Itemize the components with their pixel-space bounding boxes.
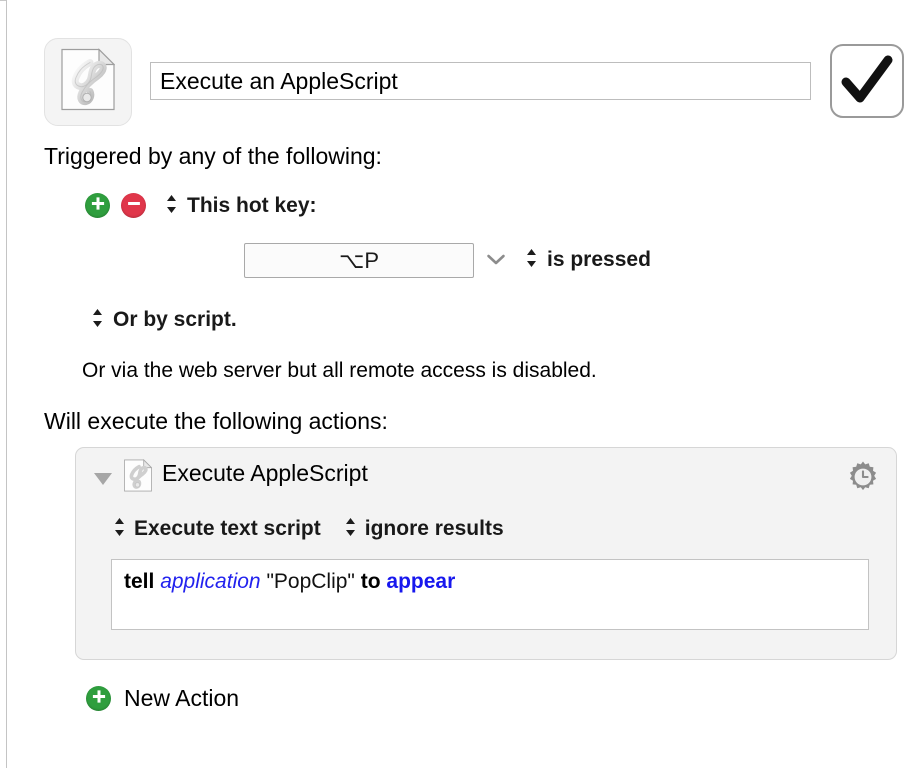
script-source-label: Execute text script — [134, 517, 321, 540]
or-by-script-label: Or by script. — [113, 308, 237, 331]
script-token-string: "PopClip" — [266, 570, 355, 593]
hot-key-label: This hot key: — [187, 193, 317, 217]
split-divider-cap — [0, 0, 6, 1]
add-trigger-button[interactable] — [85, 193, 110, 218]
checkmark-icon — [832, 46, 902, 116]
script-token-keyword: to — [360, 570, 381, 593]
action-options-row: Execute text script ignore results — [112, 517, 504, 541]
triggers-heading: Triggered by any of the following: — [44, 143, 382, 169]
macro-enabled-checkbox[interactable] — [830, 44, 904, 118]
macro-header — [44, 36, 904, 128]
macro-title-input[interactable] — [150, 62, 811, 100]
web-server-note: Or via the web server but all remote acc… — [82, 359, 597, 382]
trigger-row-script: Or by script. — [90, 308, 237, 332]
minus-icon — [125, 195, 142, 217]
script-token-command: appear — [386, 570, 456, 593]
applescript-document-icon — [124, 458, 153, 497]
script-token-class: application — [160, 570, 261, 593]
trigger-row-hotkey: This hot key: — [85, 193, 317, 218]
script-results-popup[interactable] — [343, 515, 358, 539]
script-trigger-popup[interactable] — [90, 306, 105, 330]
split-divider[interactable] — [6, 0, 7, 768]
plus-icon — [89, 195, 106, 217]
actions-heading: Will execute the following actions: — [44, 408, 388, 434]
script-results-label: ignore results — [364, 517, 504, 540]
disclosure-triangle-icon[interactable] — [91, 468, 115, 493]
hot-key-state-label: is pressed — [547, 248, 651, 271]
add-action-button[interactable] — [86, 686, 111, 711]
action-title: Execute AppleScript — [162, 460, 368, 486]
trigger-type-popup[interactable] — [164, 192, 179, 216]
hot-key-state-row: is pressed — [524, 248, 651, 272]
hot-key-state-popup[interactable] — [524, 246, 539, 270]
gear-clock-icon[interactable] — [846, 460, 880, 499]
applescript-document-icon — [61, 48, 116, 116]
new-action-label: New Action — [124, 685, 240, 711]
remove-trigger-button[interactable] — [121, 193, 146, 218]
chevron-down-icon[interactable] — [486, 253, 506, 271]
hot-key-input[interactable] — [244, 243, 474, 278]
script-editor[interactable]: tell application "PopClip" to appear — [111, 559, 869, 630]
macro-editor-pane: Triggered by any of the following: Th — [0, 0, 916, 768]
plus-icon — [90, 688, 107, 710]
new-action-row[interactable]: New Action — [86, 685, 239, 712]
script-source-text: tell application "PopClip" to appear — [124, 570, 455, 593]
script-source-popup[interactable] — [112, 515, 127, 539]
macro-icon-well[interactable] — [44, 38, 132, 126]
script-token-keyword: tell — [124, 570, 155, 593]
action-item[interactable]: Execute AppleScript Execute text script — [75, 447, 897, 660]
